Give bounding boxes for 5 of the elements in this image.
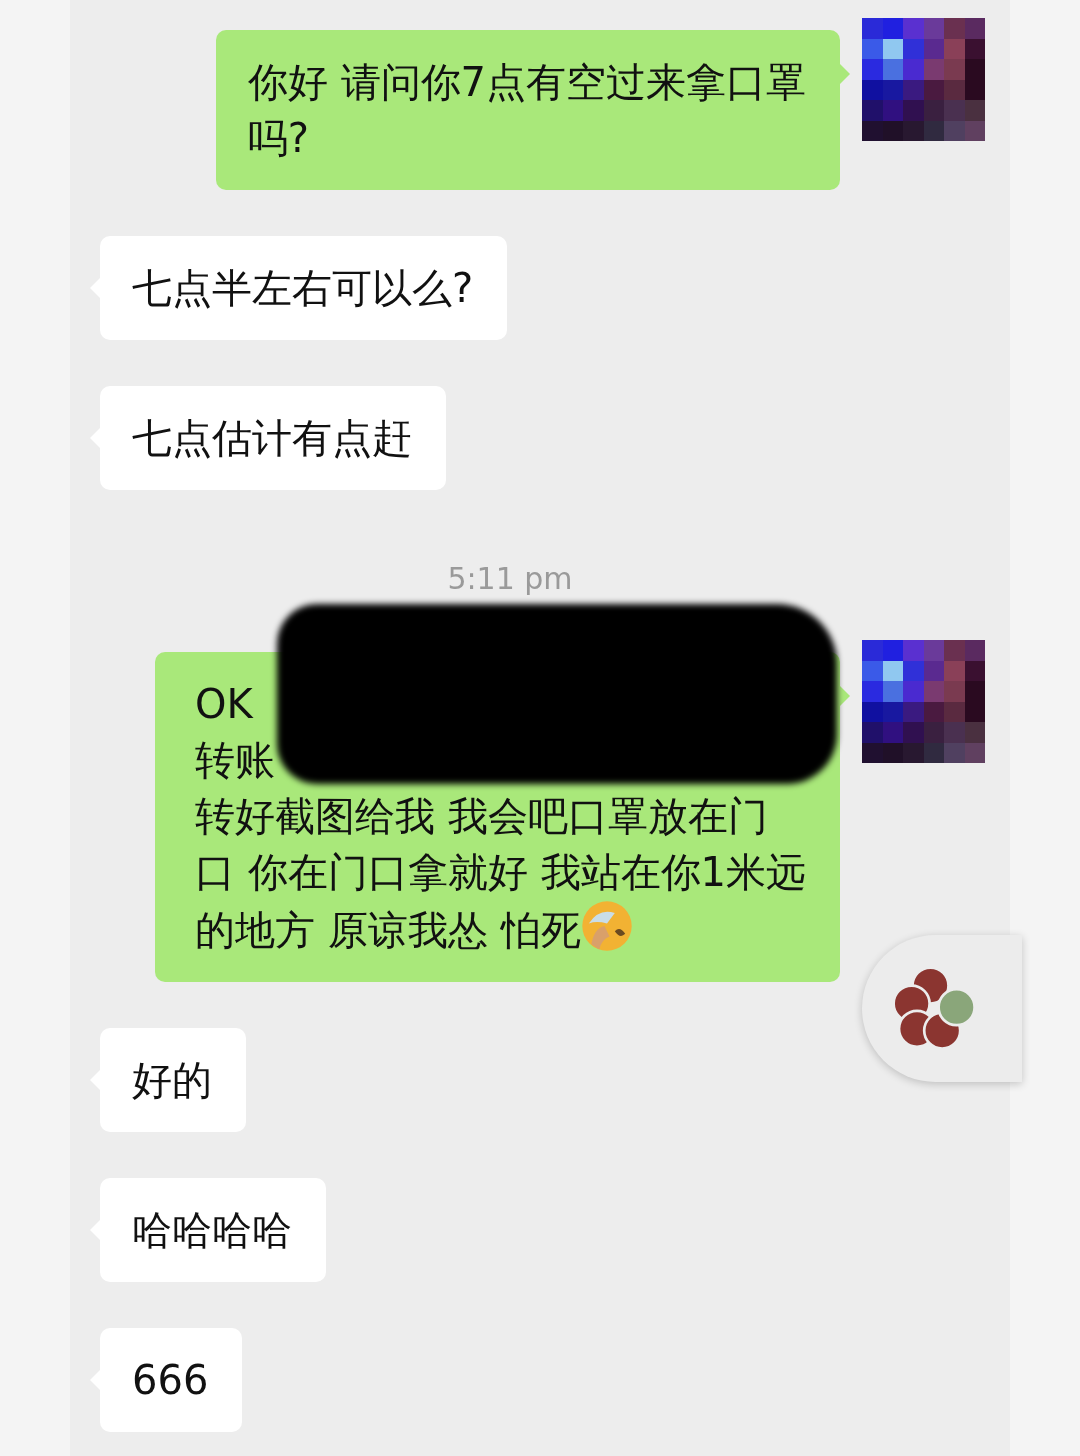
- floating-button[interactable]: [862, 935, 1022, 1082]
- timestamp: 5:11 pm: [447, 561, 573, 596]
- avatar-icon: [862, 18, 985, 141]
- avatar-icon: [862, 640, 985, 763]
- bubble-tail: [840, 64, 850, 84]
